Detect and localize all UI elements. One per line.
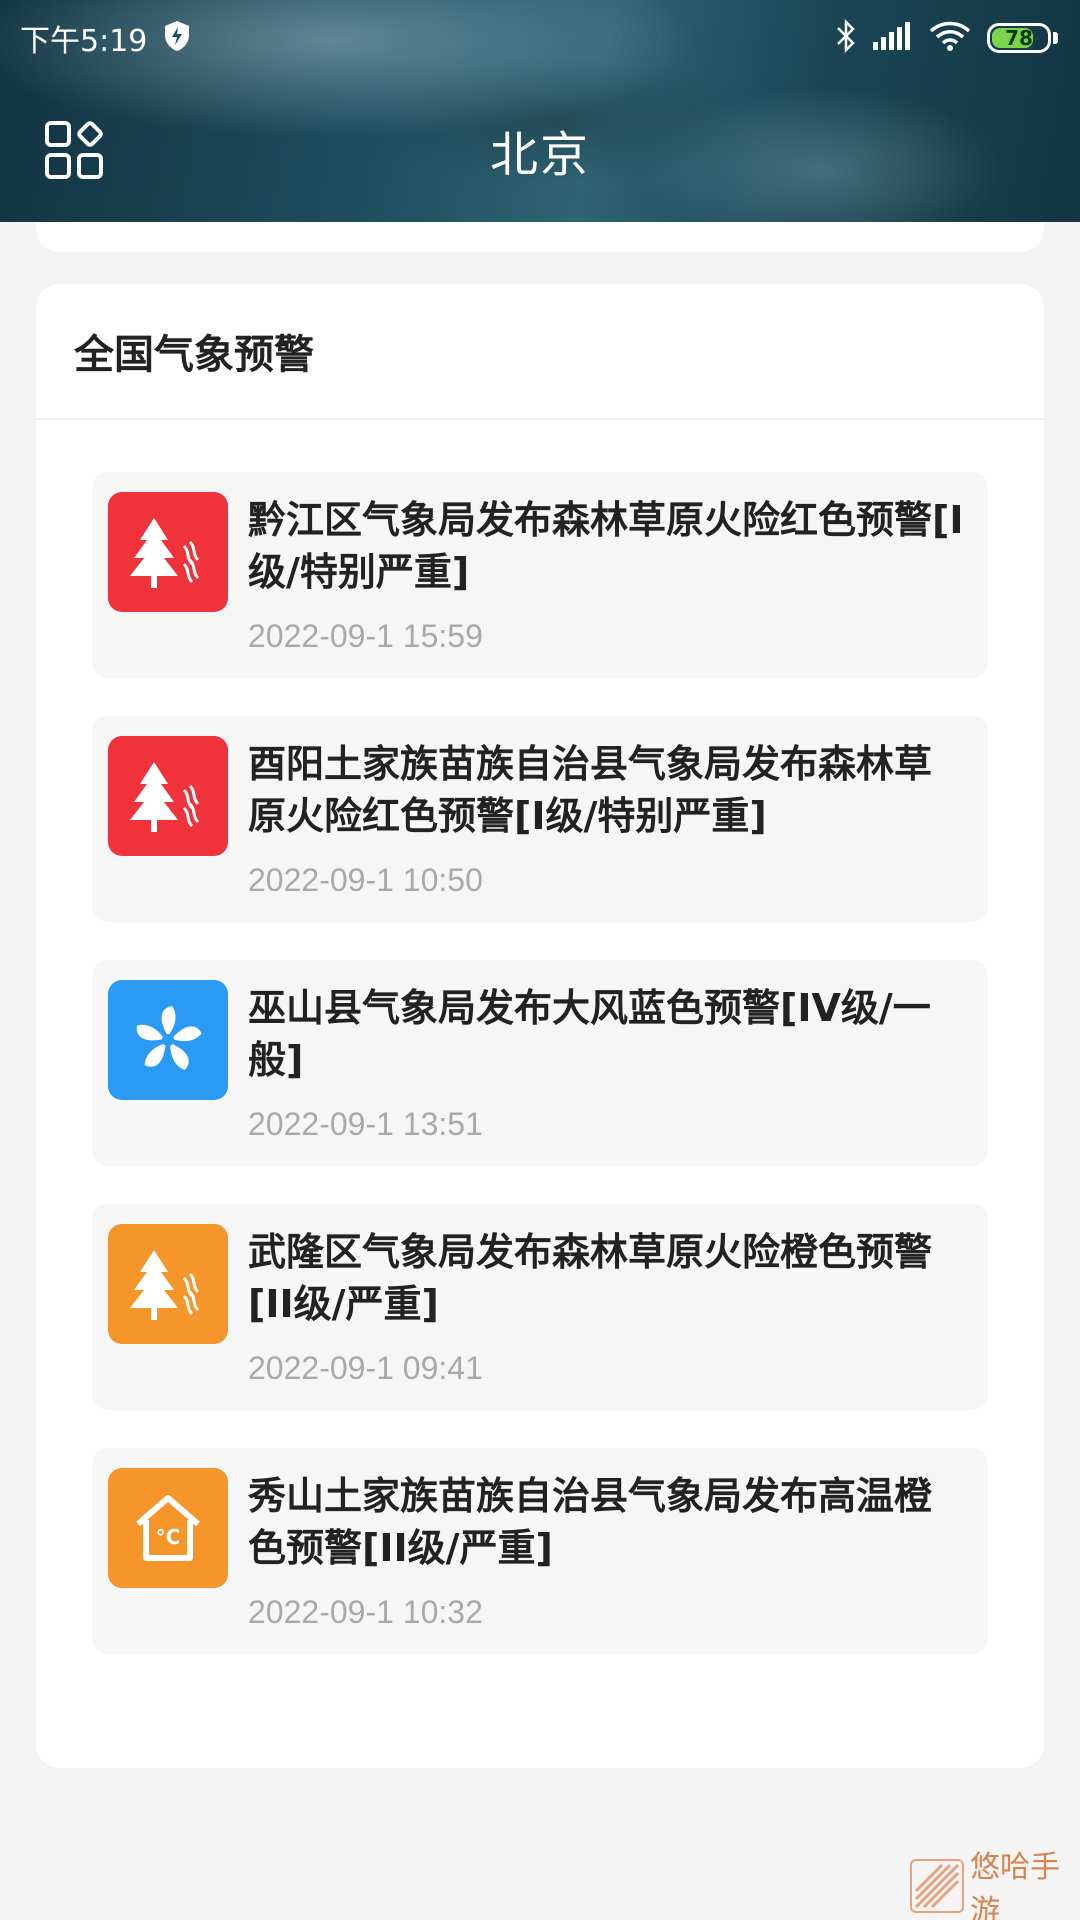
warning-text: 巫山县气象局发布大风蓝色预警[IV级/一般] [248,986,931,1082]
watermark-text: 悠哈手游 [970,1850,1060,1920]
watermark: 悠哈手游 [910,1850,1078,1920]
watermark-logo [910,1859,964,1913]
warning-text: 酉阳土家族苗族自治县气象局发布森林草原火险红色预警[I级/特别严重] [248,742,933,838]
title-bar: 北京 [0,100,1080,200]
shield-bolt-icon [163,20,191,56]
warning-item[interactable]: °C 秀山土家族苗族自治县气象局发布高温橙色预警[II级/严重] 2022-09… [92,1448,988,1654]
previous-card [36,222,1044,252]
bluetooth-icon [835,18,857,57]
warning-item[interactable]: 巫山县气象局发布大风蓝色预警[IV级/一般] 2022-09-1 13:51 [92,960,988,1166]
grid-menu-icon[interactable] [42,118,106,182]
status-time: 下午5:19 [20,24,148,59]
warning-time: 2022-09-1 09:41 [248,1350,483,1386]
warning-text: 秀山土家族苗族自治县气象局发布高温橙色预警[II级/严重] [248,1474,933,1570]
svg-text:°C: °C [156,1525,181,1549]
city-title[interactable]: 北京 [490,115,590,185]
status-bar: 下午5:19 78 [0,0,1080,76]
warnings-panel: 全国气象预警 黔江区气象局发布森林草原火险红色预警[I级/特别严重] 2022-… [36,284,1044,1768]
warning-item[interactable]: 武隆区气象局发布森林草原火险橙色预警[II级/严重] 2022-09-1 09:… [92,1204,988,1410]
warning-time: 2022-09-1 15:59 [248,618,483,654]
warning-time: 2022-09-1 10:50 [248,862,483,898]
battery-icon: 78 [987,23,1051,53]
warning-item[interactable]: 黔江区气象局发布森林草原火险红色预警[I级/特别严重] 2022-09-1 15… [92,472,988,678]
warning-time: 2022-09-1 10:32 [248,1594,483,1630]
warning-time: 2022-09-1 13:51 [248,1106,483,1142]
battery-level: 78 [1005,26,1033,50]
warnings-header: 全国气象预警 [36,284,1044,420]
forest-fire-icon [108,492,228,612]
high-temperature-icon: °C [108,1468,228,1588]
screen: 下午5:19 78 北京 全国气象预警 黔江区气象局发布森林草原火险红色预警[I… [0,0,1080,1920]
header: 下午5:19 78 北京 [0,0,1080,222]
wifi-icon [929,20,971,56]
signal-icon [873,22,913,54]
forest-fire-icon [108,736,228,856]
warning-text: 黔江区气象局发布森林草原火险红色预警[I级/特别严重] [248,498,964,594]
warning-text: 武隆区气象局发布森林草原火险橙色预警[II级/严重] [248,1230,933,1326]
forest-fire-icon [108,1224,228,1344]
warnings-title: 全国气象预警 [74,332,314,378]
warning-item[interactable]: 酉阳土家族苗族自治县气象局发布森林草原火险红色预警[I级/特别严重] 2022-… [92,716,988,922]
wind-icon [108,980,228,1100]
